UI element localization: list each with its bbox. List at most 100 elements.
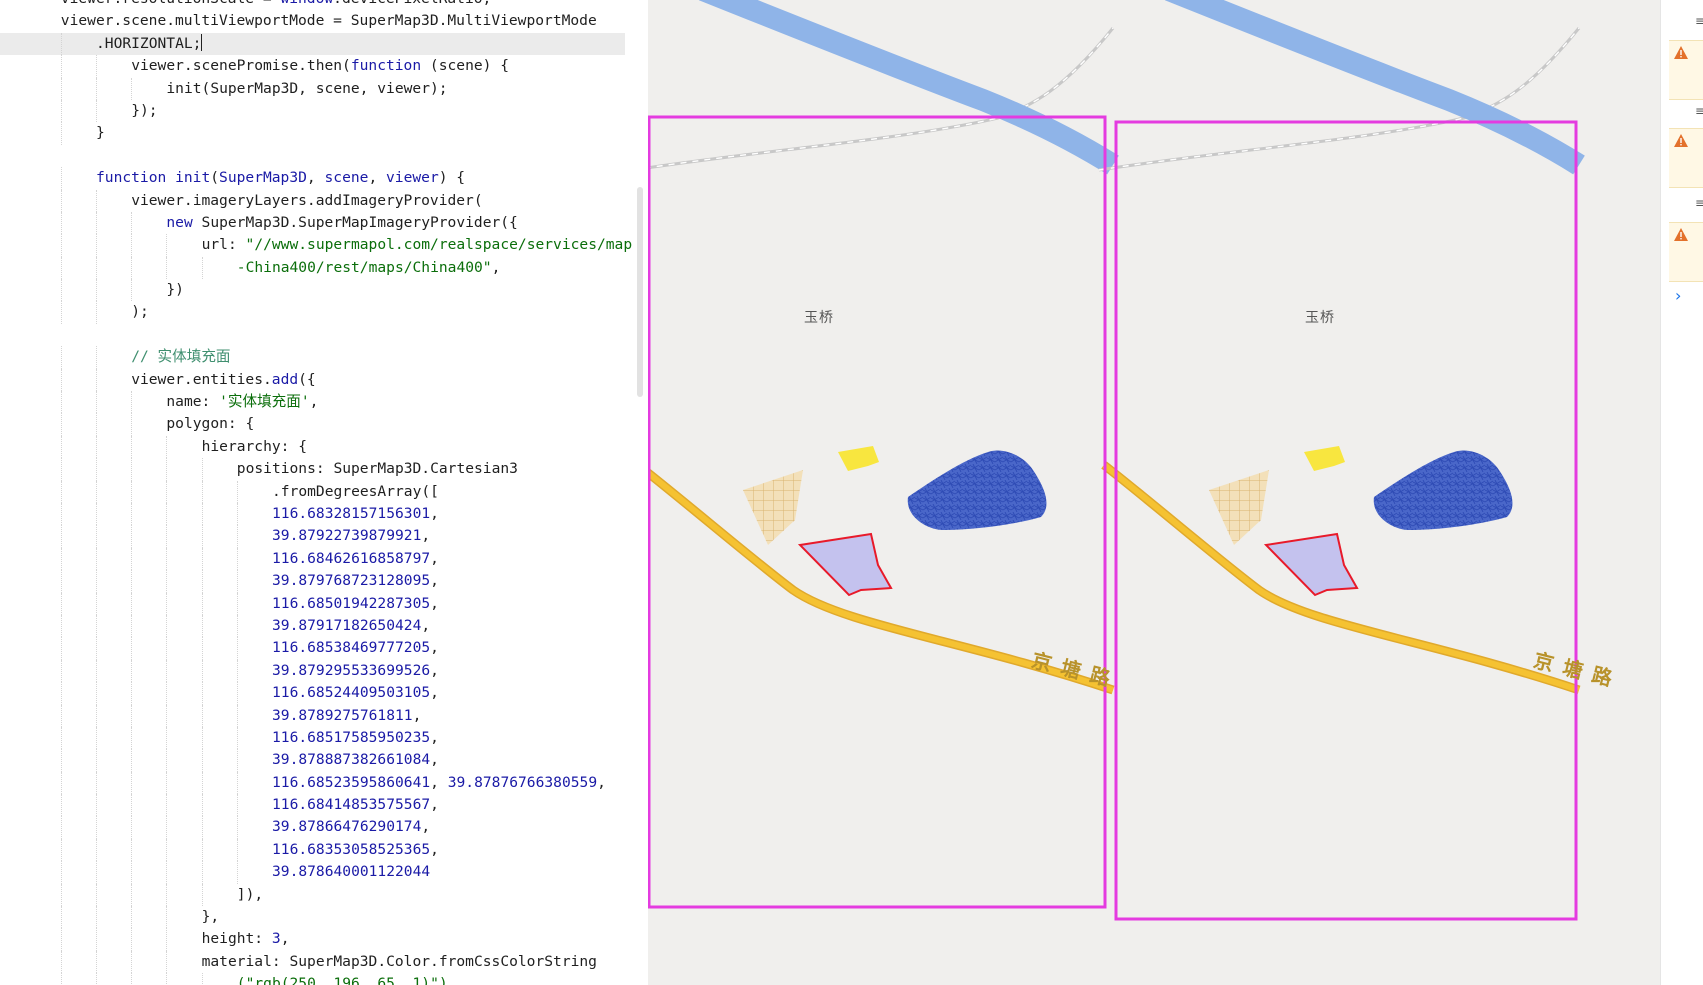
indent-guide <box>201 749 203 772</box>
indent-guide <box>166 906 168 929</box>
code-line[interactable]: positions: SuperMap3D.Cartesian3 <box>0 458 625 481</box>
code-line[interactable]: ); <box>0 301 625 324</box>
code-line[interactable]: 116.68328157156301, <box>0 502 625 526</box>
code-line[interactable]: 116.68501942287305, <box>0 592 625 615</box>
indent-guide <box>60 346 62 369</box>
code-line[interactable]: 116.68517585950235, <box>0 726 625 750</box>
indent-guide <box>96 525 97 548</box>
code-line[interactable]: } <box>0 122 625 145</box>
code-token: new <box>166 213 193 231</box>
code-line[interactable]: 39.87917182650424, <box>0 614 625 638</box>
indent-guide <box>60 973 62 985</box>
code-line[interactable]: 39.87866476290174, <box>0 816 625 839</box>
code-text: // 实体填充面 <box>131 346 230 368</box>
indent-guide <box>131 659 133 683</box>
indent-guide <box>60 861 62 884</box>
code-line[interactable]: url: "//www.supermapol.com/realspace/ser… <box>0 234 632 257</box>
code-token: , <box>430 751 439 769</box>
code-line[interactable]: viewer.imageryLayers.addImageryProvider( <box>0 189 625 212</box>
code-text: 39.879768723128095, <box>272 570 439 592</box>
indent-guide <box>201 704 203 727</box>
code-line[interactable]: viewer.resolutionScale = window.devicePi… <box>0 0 625 10</box>
code-token: .devicePixelRatio; <box>333 0 491 7</box>
code-line[interactable]: hierarchy: { <box>0 435 625 459</box>
code-line[interactable]: }, <box>0 906 625 929</box>
code-token: .HORIZONTAL; <box>96 34 202 52</box>
code-line[interactable]: -China400/rest/maps/China400", <box>0 256 625 280</box>
indent-guide <box>236 861 238 884</box>
indent-guide <box>131 77 133 100</box>
code-line[interactable]: 116.68414853575567, <box>0 794 625 817</box>
code-line[interactable]: .fromDegreesArray([ <box>0 480 625 503</box>
code-token: , <box>597 773 606 791</box>
code-line[interactable]: viewer.scene.multiViewportMode = SuperMa… <box>0 10 625 32</box>
code-line[interactable]: viewer.entities.add({ <box>0 368 625 392</box>
code-line[interactable]: 116.68353058525365, <box>0 838 625 862</box>
code-line[interactable]: new SuperMap3D.SuperMapImageryProvider({ <box>0 211 625 235</box>
code-editor[interactable]: viewer.resolutionScale = window.devicePi… <box>0 0 645 985</box>
code-text: }, <box>202 906 220 928</box>
code-line[interactable]: function init(SuperMap3D, scene, viewer)… <box>0 167 625 190</box>
indent-guide <box>131 749 133 772</box>
code-line[interactable] <box>0 145 625 167</box>
code-token: viewer.scene.multiViewportMode = SuperMa… <box>60 12 597 30</box>
console-warning-message[interactable]: O e <box>1669 40 1703 100</box>
code-token: height: <box>201 930 272 948</box>
indent-guide <box>60 391 62 414</box>
place-label-right: 玉桥 <box>1305 310 1335 326</box>
code-line[interactable]: 39.879295533699526, <box>0 659 625 683</box>
console-warning-message[interactable]: O e <box>1669 128 1703 188</box>
code-line[interactable]: }); <box>0 99 625 123</box>
code-lines[interactable]: viewer.resolutionScale = window.devicePi… <box>0 0 632 985</box>
code-line[interactable]: 39.878887382661084, <box>0 749 625 772</box>
indent-guide <box>96 502 97 526</box>
indent-guide <box>131 592 133 615</box>
code-token: , <box>309 393 319 411</box>
code-token: function <box>96 169 167 187</box>
code-line[interactable]: ]), <box>0 883 625 907</box>
code-line[interactable]: init(SuperMap3D, scene, viewer); <box>0 77 625 100</box>
code-text: }) <box>166 279 184 301</box>
indent-guide <box>96 950 97 974</box>
code-text: polygon: { <box>166 413 254 435</box>
indent-guide <box>131 794 133 817</box>
code-line[interactable]: polygon: { <box>0 413 625 436</box>
code-token: 39.87922739879921 <box>272 527 422 545</box>
indent-guide <box>60 502 62 526</box>
code-line[interactable]: }) <box>0 279 625 302</box>
console-warning-message[interactable]: w e <box>1669 222 1703 282</box>
indent-guide <box>60 99 62 123</box>
code-line[interactable]: 39.87922739879921, <box>0 525 625 548</box>
code-token: .fromDegreesArray([ <box>272 482 439 500</box>
indent-guide <box>166 794 168 817</box>
code-line[interactable]: 116.68523595860641, 39.87876766380559, <box>0 771 625 795</box>
code-line[interactable]: ("rgb(250, 196, 65, 1)") <box>0 973 625 985</box>
devtools-console[interactable]: ≡ O e ≡ O e ≡ w e › <box>1660 0 1703 985</box>
indent-guide <box>201 547 203 571</box>
code-line[interactable]: height: 3, <box>0 928 625 951</box>
chevron-right-icon[interactable]: › <box>1675 286 1681 305</box>
code-line[interactable] <box>0 324 625 346</box>
code-line[interactable]: 39.879768723128095, <box>0 570 625 593</box>
code-line[interactable]: 116.68462616858797, <box>0 547 625 571</box>
code-line[interactable]: 39.8789275761811, <box>0 704 625 727</box>
code-line[interactable]: viewer.scenePromise.then(function (scene… <box>0 55 625 78</box>
code-token: SuperMap3D <box>219 169 307 187</box>
indent-guide <box>60 883 62 907</box>
map-viewport[interactable]: 玉桥 玉桥 京塘路 京塘路 <box>648 0 1660 985</box>
code-line[interactable]: 39.878640001122044 <box>0 861 625 884</box>
code-line[interactable]: 116.68524409503105, <box>0 682 625 705</box>
indent-guide <box>201 525 203 548</box>
editor-scrollbar[interactable] <box>637 187 643 397</box>
map-canvas[interactable] <box>648 0 1660 985</box>
code-line[interactable]: .HORIZONTAL; <box>0 32 625 56</box>
indent-guide <box>60 637 62 660</box>
code-line[interactable]: 116.68538469777205, <box>0 637 625 660</box>
code-line[interactable]: // 实体填充面 <box>0 346 625 369</box>
indent-guide <box>201 256 203 280</box>
code-line[interactable]: material: SuperMap3D.Color.fromCssColorS… <box>0 950 625 974</box>
code-line[interactable]: name: '实体填充面', <box>0 391 625 414</box>
indent-guide <box>96 547 97 571</box>
indent-guide <box>60 435 62 459</box>
code-text: }); <box>131 100 157 122</box>
